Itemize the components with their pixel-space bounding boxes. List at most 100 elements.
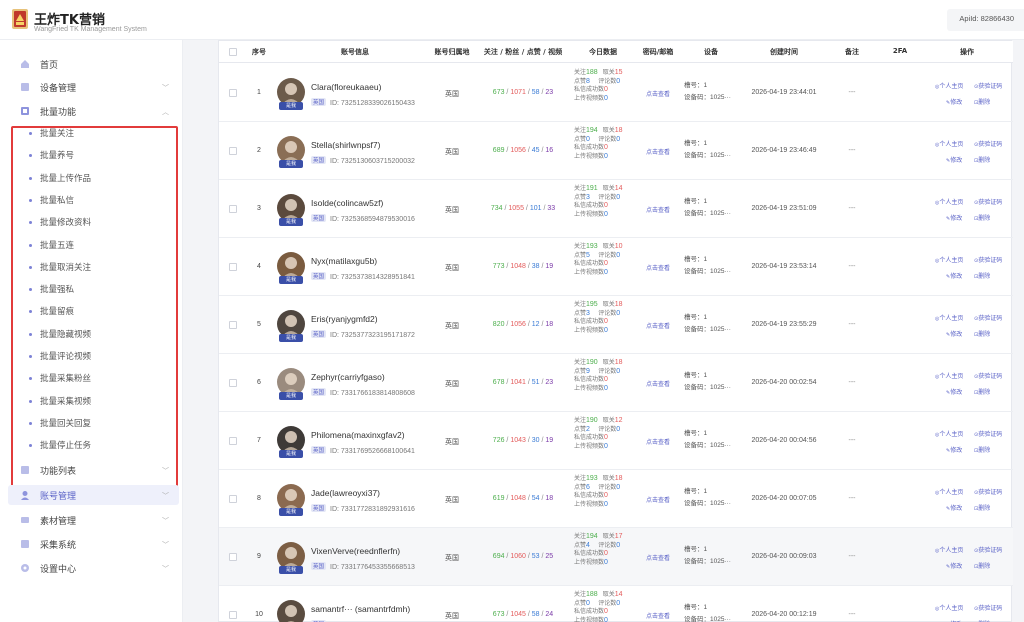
th-actions[interactable]: 操作 <box>960 47 974 57</box>
table-row[interactable]: 3 是我 Isolde(colincaw5zf) 英国 ID: 732536859487… <box>219 180 1013 238</box>
account-nickname: Clara(floreukaaeu) <box>311 82 382 92</box>
delete-link[interactable]: ⊡删除 <box>974 97 990 106</box>
th-region[interactable]: 账号归属地 <box>435 47 470 57</box>
table-row[interactable]: 8 是我 Jade(lawreoyxi37) 英国 ID: 73317728318929… <box>219 470 1013 528</box>
view-password-link[interactable]: 点击查看 <box>646 437 670 446</box>
get-code-link[interactable]: ⊙获验证码 <box>974 313 1002 322</box>
view-password-link[interactable]: 点击查看 <box>646 263 670 272</box>
delete-link[interactable]: ⊡删除 <box>974 445 990 454</box>
sidebar-item-account[interactable]: 账号管理 ﹀ <box>8 485 179 505</box>
sidebar-item-device[interactable]: 设备管理 ﹀ <box>8 77 179 97</box>
get-code-link[interactable]: ⊙获验证码 <box>974 255 1002 264</box>
apiid-badge[interactable]: ApiId: 82866430 <box>947 9 1024 31</box>
homepage-link[interactable]: ◎个人主页 <box>935 197 963 206</box>
th-password[interactable]: 密码/邮箱 <box>643 47 674 57</box>
avatar[interactable] <box>277 600 305 622</box>
material-icon <box>21 517 29 523</box>
device-info: 槽号：1 设备码：1025··· <box>684 430 731 449</box>
edit-link[interactable]: ✎修改 <box>946 387 962 396</box>
sidebar-item-settings[interactable]: 设置中心 ﹀ <box>8 558 179 578</box>
today-data: 关注194 取关17 点赞4 评论数0 私信成功数0 上传视频数0 <box>574 533 623 566</box>
account-nickname: samantrf··· (samantrfdmh) <box>311 604 411 614</box>
edit-link[interactable]: ✎修改 <box>946 329 962 338</box>
table-row[interactable]: 6 是我 Zephyr(carriyfgaso) 英国 ID: 733176618381… <box>219 354 1013 412</box>
edit-link[interactable]: ✎修改 <box>946 213 962 222</box>
view-password-link[interactable]: 点击查看 <box>646 147 670 156</box>
homepage-link[interactable]: ◎个人主页 <box>935 603 963 612</box>
delete-link[interactable]: ⊡删除 <box>974 329 990 338</box>
view-password-link[interactable]: 点击查看 <box>646 553 670 562</box>
delete-link[interactable]: ⊡删除 <box>974 213 990 222</box>
sidebar-item-material[interactable]: 素材管理 ﹀ <box>8 510 179 530</box>
th-account[interactable]: 账号信息 <box>341 47 369 57</box>
row-checkbox[interactable] <box>229 437 237 445</box>
row-checkbox[interactable] <box>229 263 237 271</box>
edit-link[interactable]: ✎修改 <box>946 97 962 106</box>
th-created[interactable]: 创建时间 <box>770 47 798 57</box>
table-row[interactable]: 4 是我 Nyx(matilaxgu5b) 英国 ID: 732537381432895… <box>219 238 1013 296</box>
view-password-link[interactable]: 点击查看 <box>646 321 670 330</box>
row-checkbox[interactable] <box>229 321 237 329</box>
delete-link[interactable]: ⊡删除 <box>974 561 990 570</box>
th-device[interactable]: 设备 <box>704 47 718 57</box>
row-checkbox[interactable] <box>229 553 237 561</box>
homepage-link[interactable]: ◎个人主页 <box>935 255 963 264</box>
edit-link[interactable]: ✎修改 <box>946 155 962 164</box>
view-password-link[interactable]: 点击查看 <box>646 379 670 388</box>
sidebar-item-feature-list[interactable]: 功能列表 ﹀ <box>8 460 179 480</box>
edit-link[interactable]: ✎修改 <box>946 445 962 454</box>
get-code-link[interactable]: ⊙获验证码 <box>974 139 1002 148</box>
row-checkbox[interactable] <box>229 611 237 619</box>
get-code-link[interactable]: ⊙获验证码 <box>974 603 1002 612</box>
delete-link[interactable]: ⊡删除 <box>974 387 990 396</box>
get-code-link[interactable]: ⊙获验证码 <box>974 197 1002 206</box>
get-code-link[interactable]: ⊙获验证码 <box>974 487 1002 496</box>
table-row[interactable]: 10是我samantrf··· (samantrfdmh)英国ID: 73317… <box>219 586 1013 622</box>
get-code-link[interactable]: ⊙获验证码 <box>974 81 1002 90</box>
table-row[interactable]: 2 是我 Stella(shirlwnpsf7) 英国 ID: 732513060371… <box>219 122 1013 180</box>
table-row[interactable]: 7 是我 Philomena(maxinxgfav2) 英国 ID: 733176952… <box>219 412 1013 470</box>
row-checkbox[interactable] <box>229 205 237 213</box>
th-index[interactable]: 序号 <box>252 47 266 57</box>
th-remark[interactable]: 备注 <box>845 47 859 57</box>
today-data: 关注195 取关18 点赞3 评论数0 私信成功数0 上传视频数0 <box>574 301 623 334</box>
delete-link[interactable]: ⊡删除 <box>974 503 990 512</box>
get-code-link[interactable]: ⊙获验证码 <box>974 371 1002 380</box>
view-password-link[interactable]: 点击查看 <box>646 611 670 620</box>
get-code-link[interactable]: ⊙获验证码 <box>974 545 1002 554</box>
homepage-link[interactable]: ◎个人主页 <box>935 429 963 438</box>
view-password-link[interactable]: 点击查看 <box>646 89 670 98</box>
sidebar-item-home[interactable]: 首页 <box>8 54 179 74</box>
table-row[interactable]: 9 是我 VixenVerve(reednflerfn) 英国 ID: 73317764… <box>219 528 1013 586</box>
account-nickname: Jade(lawreoyxi37) <box>311 488 380 498</box>
row-checkbox[interactable] <box>229 89 237 97</box>
sidebar-item-collect[interactable]: 采集系统 ﹀ <box>8 534 179 554</box>
row-checkbox[interactable] <box>229 147 237 155</box>
row-checkbox[interactable] <box>229 379 237 387</box>
homepage-link[interactable]: ◎个人主页 <box>935 545 963 554</box>
edit-link[interactable]: ✎修改 <box>946 271 962 280</box>
home-icon <box>21 60 29 68</box>
homepage-link[interactable]: ◎个人主页 <box>935 487 963 496</box>
homepage-link[interactable]: ◎个人主页 <box>935 313 963 322</box>
delete-link[interactable]: ⊡删除 <box>974 271 990 280</box>
homepage-link[interactable]: ◎个人主页 <box>935 81 963 90</box>
get-code-link[interactable]: ⊙获验证码 <box>974 429 1002 438</box>
table-row[interactable]: 1 是我 Clara(floreukaaeu) 英国 ID: 7325128339026… <box>219 64 1013 122</box>
th-2fa[interactable]: 2FA <box>893 47 907 55</box>
created-time: 2026-04-19 23:46:49 <box>751 147 817 154</box>
table-row[interactable]: 5 是我 Eris(ryanjygmfd2) 英国 ID: 73253773231951… <box>219 296 1013 354</box>
th-stats[interactable]: 关注 / 粉丝 / 点赞 / 视频 <box>484 47 562 57</box>
delete-link[interactable]: ⊡删除 <box>974 155 990 164</box>
edit-link[interactable]: ✎修改 <box>946 561 962 570</box>
chevron-down-icon: ﹀ <box>162 468 169 475</box>
th-today[interactable]: 今日数据 <box>589 47 617 57</box>
homepage-link[interactable]: ◎个人主页 <box>935 371 963 380</box>
edit-link[interactable]: ✎修改 <box>946 503 962 512</box>
homepage-link[interactable]: ◎个人主页 <box>935 139 963 148</box>
select-all-checkbox[interactable] <box>229 48 237 56</box>
view-password-link[interactable]: 点击查看 <box>646 495 670 504</box>
sidebar-item-batch[interactable]: 批量功能 ︿ <box>8 101 179 121</box>
row-checkbox[interactable] <box>229 495 237 503</box>
view-password-link[interactable]: 点击查看 <box>646 205 670 214</box>
